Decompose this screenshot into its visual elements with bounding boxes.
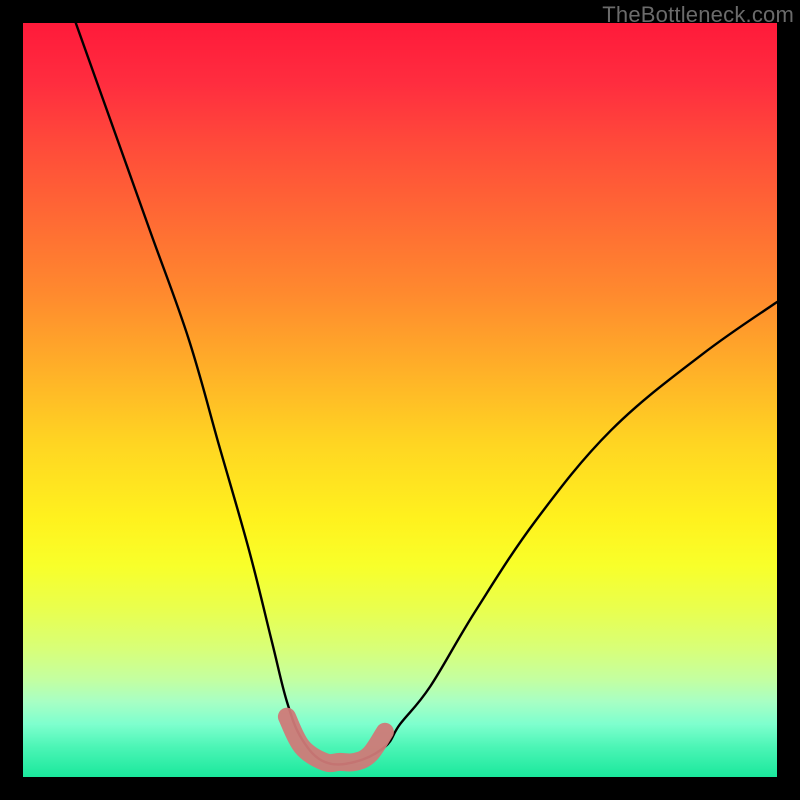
bottleneck-curve-path (76, 23, 777, 764)
chart-plot-area (23, 23, 777, 777)
chart-overlay-svg (23, 23, 777, 777)
sweet-spot-marker-path (287, 717, 385, 763)
